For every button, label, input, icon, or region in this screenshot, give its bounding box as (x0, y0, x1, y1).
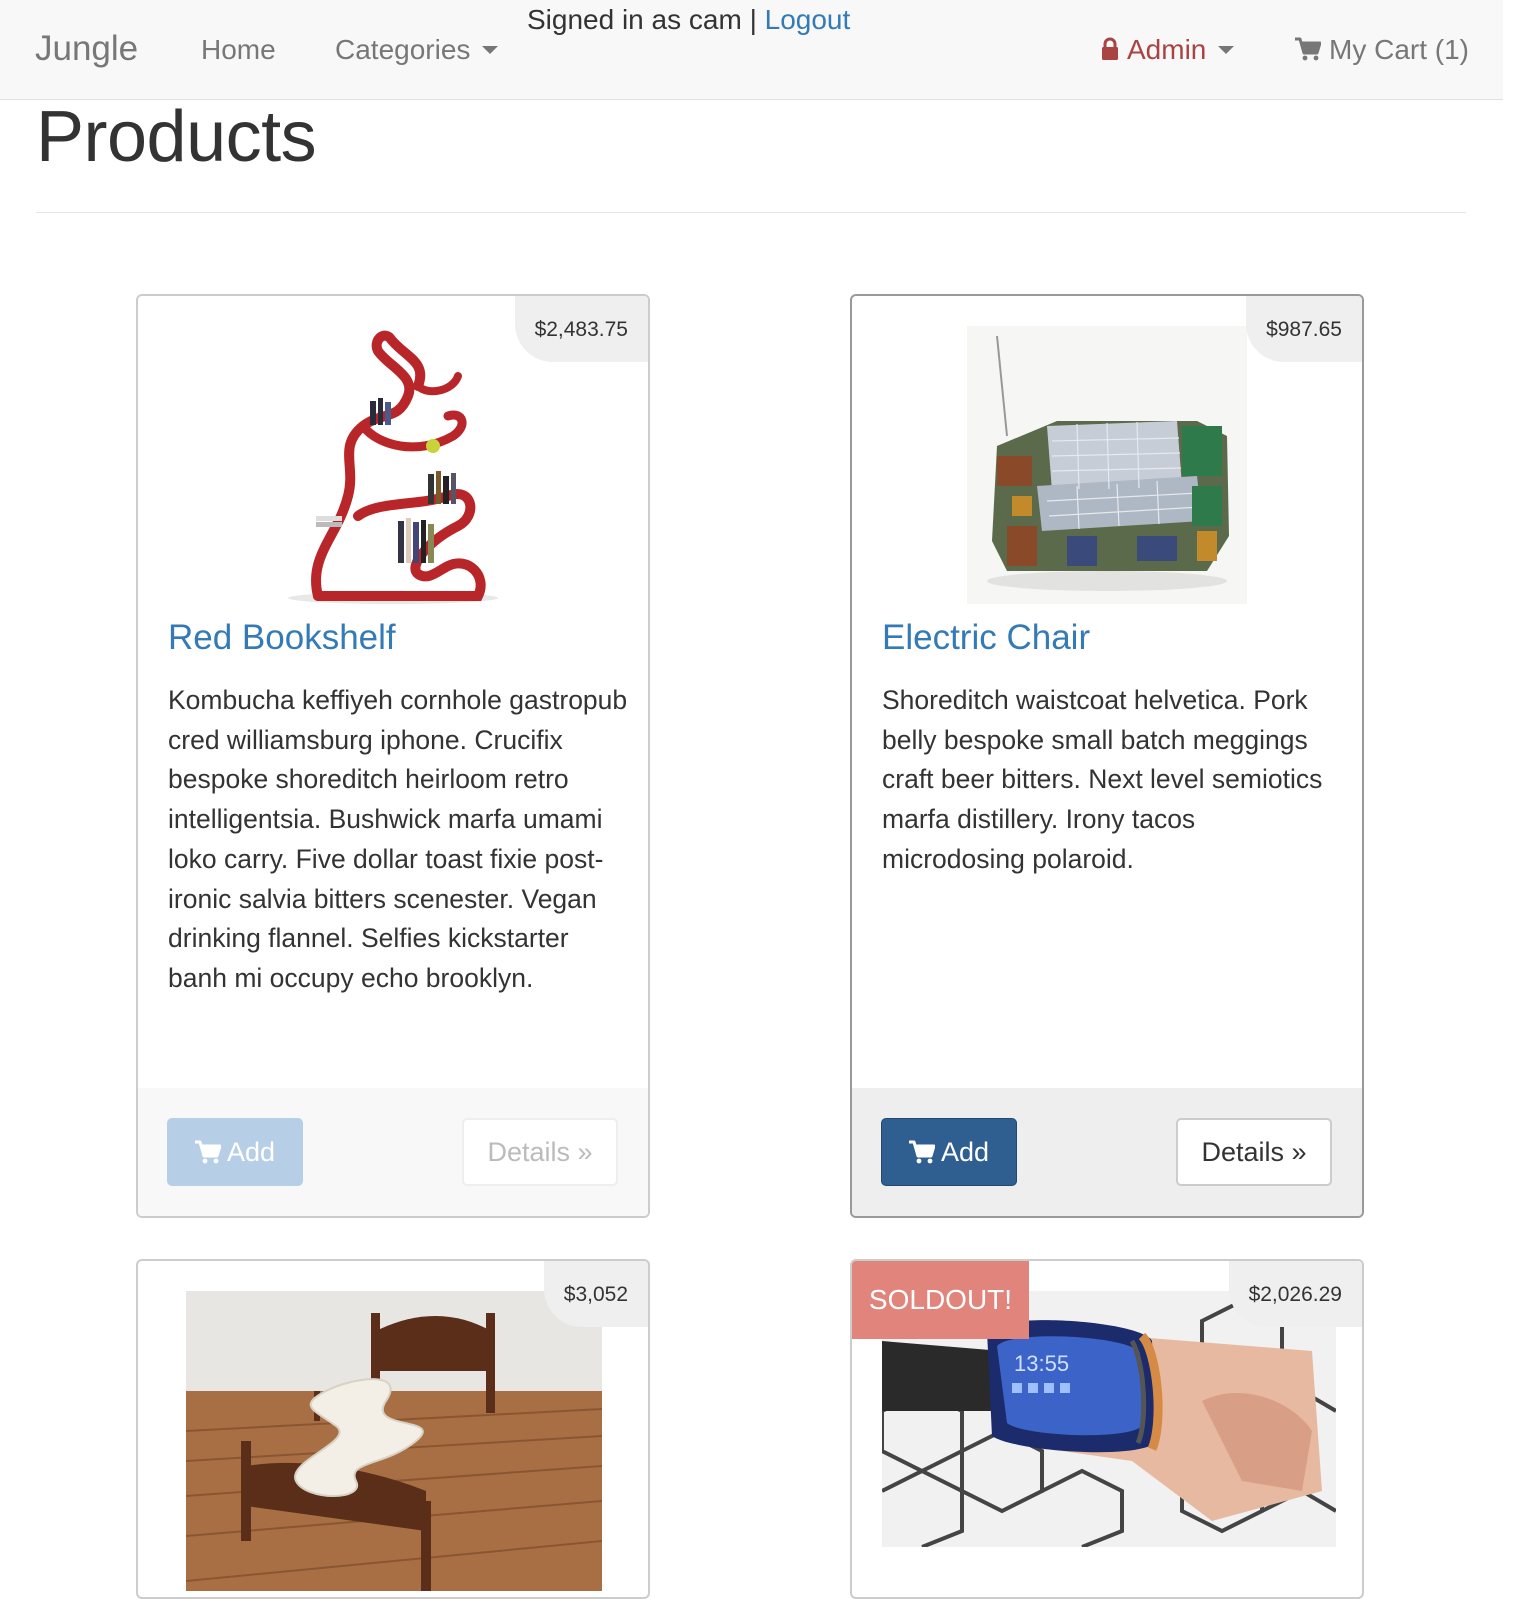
cart-icon (194, 1140, 221, 1164)
product-name-link[interactable]: Red Bookshelf (168, 618, 396, 658)
red-bookshelf-image[interactable] (278, 326, 508, 604)
electric-chair-image[interactable] (967, 326, 1247, 604)
product-card: $987.65 Electric Chair Shoreditch waistc… (850, 294, 1364, 1218)
price-tag: $2,026.29 (1228, 1261, 1362, 1327)
cart-icon (1295, 37, 1321, 61)
add-to-cart-button[interactable]: Add (167, 1118, 303, 1186)
price-tag: $3,052 (543, 1261, 648, 1327)
add-to-cart-button[interactable]: Add (881, 1118, 1017, 1186)
nav-categories-label: Categories (335, 34, 471, 65)
nav-cart-link[interactable]: My Cart (1) (1295, 34, 1469, 66)
zigzag-bed-image[interactable] (186, 1291, 602, 1591)
signed-in-status: Signed in as cam | Logout (527, 4, 850, 36)
nav-cart-label: My Cart (1) (1329, 34, 1469, 65)
nav-admin-dropdown[interactable]: Admin (1101, 34, 1235, 66)
nav-home-link[interactable]: Home (201, 34, 276, 66)
product-name-link[interactable]: Electric Chair (882, 618, 1090, 658)
product-description: Kombucha keffiyeh cornhole gastropub cre… (168, 685, 628, 993)
svg-text:13:55: 13:55 (1014, 1351, 1069, 1376)
soldout-badge: SOLDOUT! (852, 1261, 1029, 1339)
brand-link[interactable]: Jungle (35, 29, 138, 69)
cart-icon (908, 1140, 935, 1164)
details-button[interactable]: Details » (462, 1118, 618, 1186)
logout-link[interactable]: Logout (765, 4, 851, 35)
card-footer: Add Details » (852, 1088, 1362, 1216)
navbar: Jungle Home Categories Signed in as cam … (0, 0, 1503, 100)
add-label: Add (940, 1136, 990, 1167)
nav-admin-label: Admin (1127, 34, 1207, 65)
page-title: Products (36, 97, 317, 177)
price-tag: $2,483.75 (514, 296, 648, 362)
product-description: Shoreditch waistcoat helvetica. Pork bel… (882, 685, 1323, 874)
nav-categories-dropdown[interactable]: Categories (335, 34, 499, 66)
product-card: $3,052 (136, 1259, 650, 1599)
divider (36, 212, 1466, 213)
add-label: Add (226, 1136, 276, 1167)
lock-icon (1102, 37, 1118, 60)
product-card: $2,483.75 Red Bookshelf Kombucha keffiye… (136, 294, 650, 1218)
chevron-down-icon (1218, 45, 1235, 54)
chevron-down-icon (482, 45, 499, 54)
product-card: 13:55 SOLDOUT! $2,026.29 (850, 1259, 1364, 1599)
card-footer: Add Details » (138, 1088, 648, 1216)
price-tag: $987.65 (1246, 296, 1362, 362)
details-button[interactable]: Details » (1176, 1118, 1332, 1186)
signed-in-text: Signed in as cam | (527, 4, 757, 35)
